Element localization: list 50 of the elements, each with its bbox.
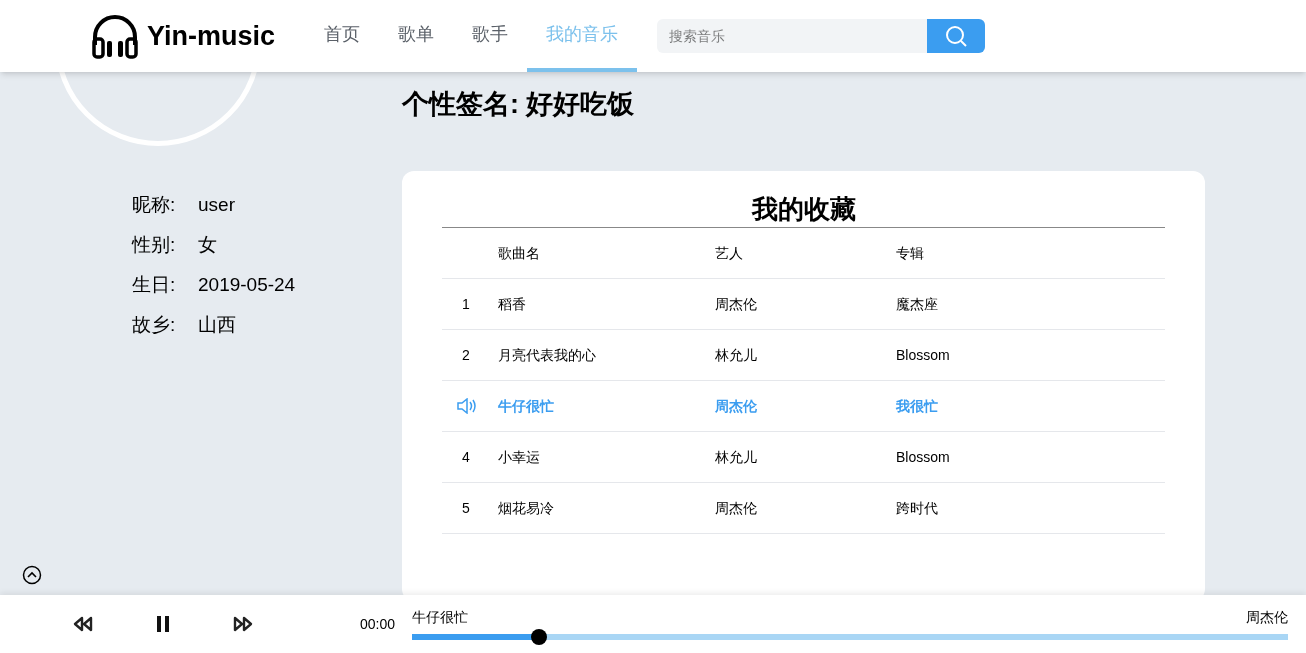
table-cell: 跨时代 xyxy=(896,499,938,516)
nav-tab[interactable]: 首页 xyxy=(305,0,380,72)
nav-tab[interactable]: 歌单 xyxy=(379,0,454,72)
pause-icon xyxy=(155,615,171,633)
row-number: 2 xyxy=(462,345,470,365)
table-cell: 周杰伦 xyxy=(715,499,757,516)
profile-value: 2019-05-24 xyxy=(198,272,296,297)
column-header: 歌曲名 xyxy=(498,244,540,261)
column-header: 艺人 xyxy=(715,244,743,261)
table-cell: 林允儿 xyxy=(715,448,757,465)
profile-label: 昵称: xyxy=(132,192,177,217)
speaker-icon xyxy=(456,398,478,414)
profile-value: user xyxy=(198,192,235,217)
profile-label: 故乡: xyxy=(132,312,177,337)
profile-label: 性别: xyxy=(132,232,177,257)
progress-track[interactable] xyxy=(412,629,1289,645)
signature-text: 个性签名: 好好吃饭 xyxy=(402,88,635,121)
column-header: 专辑 xyxy=(896,244,924,261)
table-cell: 林允儿 xyxy=(715,346,757,363)
rewind-icon xyxy=(72,616,94,632)
table-cell: 我很忙 xyxy=(896,397,938,414)
profile-value: 山西 xyxy=(198,312,236,337)
nav-tab[interactable]: 歌手 xyxy=(453,0,528,72)
row-number: 5 xyxy=(462,498,470,518)
table-cell: Blossom xyxy=(896,346,950,363)
table-cell: 周杰伦 xyxy=(715,295,757,312)
logo-text: Yin-music xyxy=(147,19,276,53)
table-cell: 烟花易冷 xyxy=(498,499,554,516)
table-cell: 小幸运 xyxy=(498,448,540,465)
search-button[interactable] xyxy=(927,19,986,53)
table-cell: 魔杰座 xyxy=(896,295,938,312)
search-icon xyxy=(944,24,969,48)
song-title: 牛仔很忙 xyxy=(412,608,469,627)
card-title: 我的收藏 xyxy=(750,193,857,226)
progress-thumb[interactable] xyxy=(531,629,548,645)
table-cell: 周杰伦 xyxy=(715,397,757,414)
headphones-icon xyxy=(91,13,139,59)
profile-value: 女 xyxy=(198,232,217,257)
table-cell: Blossom xyxy=(896,448,950,465)
row-number: 4 xyxy=(462,447,470,467)
forward-icon xyxy=(232,616,254,632)
artist-name: 周杰伦 xyxy=(1246,608,1289,627)
table-cell: 月亮代表我的心 xyxy=(498,346,596,363)
search-field[interactable]: 搜索音乐 xyxy=(657,19,928,53)
profile-label: 生日: xyxy=(132,272,177,297)
row-number: 1 xyxy=(462,294,470,314)
table-cell: 稻香 xyxy=(498,295,526,312)
collapse-icon[interactable] xyxy=(22,565,42,585)
table-cell: 牛仔很忙 xyxy=(498,397,554,414)
time-text: 00:00 xyxy=(360,614,396,634)
